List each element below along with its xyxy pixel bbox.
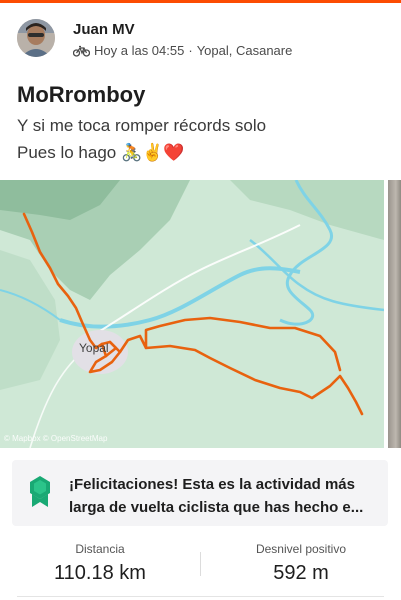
stat-label: Desnivel positivo [255,542,347,556]
meta-separator: · [188,43,193,58]
stat-value: 592 m [273,562,329,584]
athlete-name[interactable]: Juan MV [73,21,135,38]
stat-elevation-gain: Desnivel positivo 592 m [201,538,401,585]
activity-stats: Distancia 110.18 km Desnivel positivo 59… [0,538,401,600]
medal-icon [29,476,51,508]
activity-description-line-1: Y si me toca romper récords solo [17,116,267,135]
activity-title[interactable]: MoRromboy [17,82,145,108]
map-attribution[interactable]: © Mapbox © OpenStreetMap [4,434,107,443]
achievement-text: ¡Felicitaciones! Esta es la actividad má… [69,476,364,516]
map-town-label: Yopal [79,341,109,355]
achievement-banner[interactable]: ¡Felicitaciones! Esta es la actividad má… [12,460,388,526]
activity-timestamp: Hoy a las 04:55 [94,43,185,58]
next-photo-preview[interactable] [388,180,401,448]
activity-description-line-2: Pues lo hago 🚴✌️❤️ [17,143,185,162]
stat-distance: Distancia 110.18 km [0,538,200,585]
avatar[interactable] [17,19,55,57]
divider [17,596,384,597]
route-map[interactable]: Yopal [0,180,384,448]
stat-value: 110.18 km [54,562,146,584]
activity-location: Yopal, Casanare [196,43,293,58]
bike-icon [72,45,91,57]
activity-meta: Hoy a las 04:55 · Yopal, Casanare [72,43,293,58]
stat-label: Distancia [75,542,125,556]
activity-header: Juan MV Hoy a las 04:55 · Yopal, Casanar… [17,17,387,65]
brand-top-strip [0,0,401,3]
